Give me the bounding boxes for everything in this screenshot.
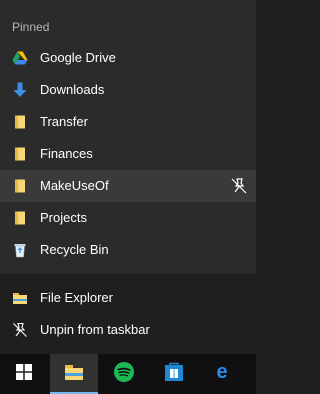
unpin-icon[interactable] [230, 177, 248, 195]
store-icon [163, 361, 185, 388]
pinned-item-transfer[interactable]: Transfer [0, 106, 256, 138]
task-label: File Explorer [40, 290, 113, 305]
spotify-taskbar-button[interactable] [100, 354, 148, 394]
pinned-item-google-drive[interactable]: Google Drive [0, 42, 256, 74]
pinned-item-label: Google Drive [40, 50, 116, 65]
pinned-item-label: Recycle Bin [40, 242, 109, 257]
pinned-item-makeuseof[interactable]: MakeUseOf [0, 170, 256, 202]
downloads-icon [12, 82, 28, 98]
pinned-item-label: Transfer [40, 114, 88, 129]
file-explorer-taskbar-button[interactable] [50, 354, 98, 394]
folder-icon [12, 178, 28, 194]
task-file-explorer[interactable]: File Explorer [0, 282, 256, 314]
svg-text:e: e [216, 361, 227, 383]
spotify-icon [113, 361, 135, 388]
tasks-section: File Explorer Unpin from taskbar [0, 274, 256, 354]
start-button[interactable] [0, 354, 48, 394]
pinned-item-downloads[interactable]: Downloads [0, 74, 256, 106]
section-title-pinned: Pinned [12, 20, 50, 34]
file-explorer-icon [12, 290, 28, 306]
taskbar: e [0, 354, 256, 394]
folder-icon [12, 114, 28, 130]
pinned-item-recycle-bin[interactable]: Recycle Bin [0, 234, 256, 266]
edge-icon: e [211, 361, 233, 388]
pinned-item-label: Downloads [40, 82, 105, 97]
task-unpin-from-taskbar[interactable]: Unpin from taskbar [0, 314, 256, 346]
file-explorer-icon [63, 361, 85, 388]
folder-icon [12, 146, 28, 162]
pinned-item-label: MakeUseOf [40, 178, 109, 193]
pinned-item-finances[interactable]: Finances [0, 138, 256, 170]
google-drive-icon [12, 50, 28, 66]
task-label: Unpin from taskbar [40, 322, 150, 337]
pinned-item-label: Projects [40, 210, 87, 225]
recycle-bin-icon [12, 242, 28, 258]
unpin-icon [12, 322, 28, 338]
store-taskbar-button[interactable] [150, 354, 198, 394]
windows-logo-icon [16, 363, 32, 385]
edge-taskbar-button[interactable]: e [198, 354, 246, 394]
pinned-item-projects[interactable]: Projects [0, 202, 256, 234]
pinned-item-label: Finances [40, 146, 93, 161]
jump-list: Pinned Google Drive Downloads Transfer F… [0, 0, 256, 274]
folder-icon [12, 210, 28, 226]
